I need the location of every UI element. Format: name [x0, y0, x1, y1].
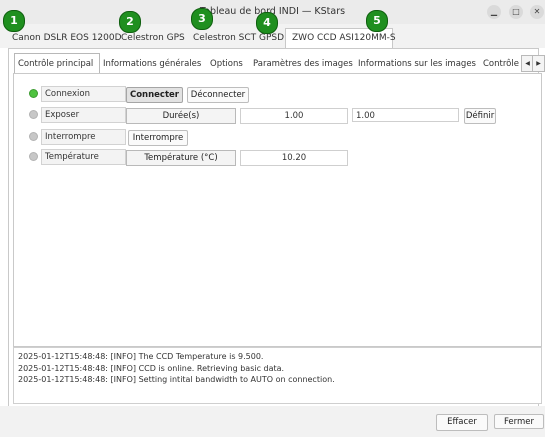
- property-label-interrompre: Interrompre: [41, 129, 126, 145]
- badge-2: 2: [119, 11, 141, 33]
- exposure-input[interactable]: 1.00: [352, 108, 459, 122]
- set-exposure-button[interactable]: Définir: [464, 108, 496, 124]
- maximize-icon[interactable]: □: [509, 5, 523, 19]
- close-button[interactable]: Fermer: [494, 414, 544, 429]
- property-label-exposer: Exposer: [41, 107, 126, 123]
- abort-button[interactable]: Interrompre: [128, 130, 188, 146]
- tab-image-settings[interactable]: Paramètres des images: [253, 59, 353, 69]
- badge-4: 4: [256, 12, 278, 34]
- log-line: 2025-01-12T15:48:48: [INFO] CCD is onlin…: [18, 364, 285, 373]
- connect-button[interactable]: Connecter: [126, 87, 183, 103]
- property-label-connexion: Connexion: [41, 86, 126, 102]
- property-label-temperature: Température: [41, 149, 126, 165]
- temperature-value: 10.20: [240, 150, 348, 166]
- minimize-icon[interactable]: ▁: [487, 5, 501, 19]
- disconnect-button[interactable]: Déconnecter: [187, 87, 249, 103]
- badge-3: 3: [191, 8, 213, 30]
- tab-control[interactable]: Contrôle: [483, 59, 519, 69]
- tab-general-info[interactable]: Informations générales: [103, 59, 201, 69]
- abort-status-led: [30, 133, 37, 140]
- device-tab-canon[interactable]: Canon DSLR EOS 1200D: [12, 33, 122, 43]
- tab-options[interactable]: Options: [210, 59, 243, 69]
- close-icon[interactable]: ✕: [530, 5, 544, 19]
- badge-5: 5: [366, 10, 388, 32]
- tab-image-info[interactable]: Informations sur les images: [358, 59, 476, 69]
- tab-scroll-right-icon[interactable]: ▶: [532, 55, 545, 72]
- temperature-element-label: Température (°C): [126, 150, 236, 166]
- device-tab-zwo[interactable]: ZWO CCD ASI120MM-S: [292, 33, 396, 43]
- device-tab-gpsd[interactable]: GPSD: [259, 33, 284, 43]
- connection-status-led: [30, 90, 37, 97]
- clear-button[interactable]: Effacer: [436, 414, 488, 431]
- device-tab-celestron-gps[interactable]: Celestron GPS: [121, 33, 185, 43]
- badge-1: 1: [3, 10, 25, 32]
- exposure-current-value: 1.00: [240, 108, 348, 124]
- temperature-status-led: [30, 153, 37, 160]
- log-line: 2025-01-12T15:48:48: [INFO] Setting inti…: [18, 375, 335, 384]
- device-tab-celestron-sct[interactable]: Celestron SCT: [193, 33, 256, 43]
- log-line: 2025-01-12T15:48:48: [INFO] The CCD Temp…: [18, 352, 264, 361]
- exposure-duration-label: Durée(s): [126, 108, 236, 124]
- exposure-status-led: [30, 111, 37, 118]
- tab-main-control[interactable]: Contrôle principal: [18, 59, 93, 69]
